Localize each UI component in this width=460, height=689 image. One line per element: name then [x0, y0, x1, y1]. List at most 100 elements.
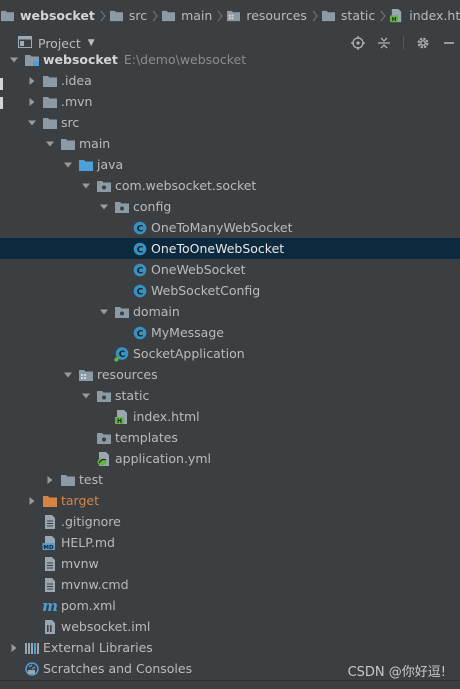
tree-node[interactable]: websocket E:\demo\websocket	[0, 49, 460, 70]
folder-icon	[161, 9, 180, 22]
tree-node[interactable]: C OneToManyWebSocket	[0, 217, 460, 238]
tree-node-label: Scratches and Consoles	[43, 661, 193, 676]
tree-node[interactable]: m pom.xml	[0, 595, 460, 616]
tree-node[interactable]: C WebSocketConfig	[0, 280, 460, 301]
html-file-icon: H	[114, 409, 130, 425]
java-class-icon: C	[132, 283, 148, 299]
tree-node-label: main	[79, 136, 111, 151]
tree-node[interactable]: domain	[0, 301, 460, 322]
tree-node[interactable]: templates	[0, 427, 460, 448]
breadcrumb-separator-icon	[217, 0, 224, 31]
expanded-arrow-icon[interactable]	[26, 112, 38, 133]
expanded-arrow-icon[interactable]	[62, 154, 74, 175]
expanded-arrow-icon[interactable]	[44, 133, 56, 154]
tree-node-label: WebSocketConfig	[151, 283, 261, 298]
tree-node[interactable]: C OneWebSocket	[0, 259, 460, 280]
tree-node[interactable]: websocket.iml	[0, 616, 460, 637]
breadcrumb: websocket src main resources static Hindex.ht…	[0, 0, 460, 32]
tree-arrow-spacer	[26, 511, 38, 532]
expanded-arrow-icon[interactable]	[80, 385, 92, 406]
tree-node[interactable]: C OneToOneWebSocket	[0, 238, 460, 259]
tree-arrow-spacer	[98, 343, 110, 364]
breadcrumb-item[interactable]: Hindex.html	[389, 0, 460, 31]
collapsed-arrow-icon[interactable]	[26, 70, 38, 91]
resources-folder-icon	[78, 367, 94, 383]
breadcrumb-separator-icon	[380, 0, 387, 31]
tree-arrow-spacer	[80, 448, 92, 469]
tree-node[interactable]: External Libraries	[0, 637, 460, 658]
tree-node[interactable]: MD HELP.md	[0, 532, 460, 553]
tree-node[interactable]: com.websocket.socket	[0, 175, 460, 196]
tree-arrow-spacer	[26, 616, 38, 637]
breadcrumb-item[interactable]: websocket	[0, 0, 96, 31]
tree-node[interactable]: src	[0, 112, 460, 133]
tree-node[interactable]: static	[0, 385, 460, 406]
tree-node[interactable]: .mvn	[0, 91, 460, 112]
tree-node[interactable]: java	[0, 154, 460, 175]
folder-icon	[60, 136, 76, 152]
tree-node[interactable]: C MyMessage	[0, 322, 460, 343]
tree-node-label: src	[61, 115, 80, 130]
breadcrumb-item[interactable]: resources	[226, 0, 308, 31]
tree-arrow-spacer	[116, 322, 128, 343]
svg-text:m: m	[42, 599, 58, 613]
package-folder-icon	[96, 178, 112, 194]
tree-node[interactable]: application.yml	[0, 448, 460, 469]
svg-text:MD: MD	[43, 544, 54, 550]
iml-file-icon	[42, 619, 58, 635]
tree-node[interactable]: .idea	[0, 70, 460, 91]
tree-node[interactable]: resources	[0, 364, 460, 385]
tree-arrow-spacer	[116, 259, 128, 280]
svg-text:H: H	[392, 17, 397, 23]
tree-node-path: E:\demo\websocket	[123, 52, 247, 67]
collapsed-arrow-icon[interactable]	[44, 469, 56, 490]
collapsed-arrow-icon[interactable]	[26, 490, 38, 511]
tree-node-label: pom.xml	[61, 598, 116, 613]
folder-icon	[42, 94, 58, 110]
folder-icon	[321, 9, 340, 22]
tree-node-label: OneWebSocket	[151, 262, 246, 277]
breadcrumb-label: static	[340, 8, 376, 23]
tree-node[interactable]: Hindex.html	[0, 406, 460, 427]
expanded-arrow-icon[interactable]	[62, 364, 74, 385]
tree-node[interactable]: C SocketApplication	[0, 343, 460, 364]
tree-node[interactable]: test	[0, 469, 460, 490]
breadcrumb-label: websocket	[20, 8, 95, 23]
breadcrumb-item[interactable]: main	[161, 0, 213, 31]
collapsed-arrow-icon[interactable]	[8, 637, 20, 658]
breadcrumb-item[interactable]: src	[109, 0, 148, 31]
svg-text:C: C	[119, 349, 126, 359]
tree-node-label: mvnw	[61, 556, 99, 571]
tree-node[interactable]: config	[0, 196, 460, 217]
tree-node-label: application.yml	[115, 451, 211, 466]
tree-node-label: SocketApplication	[133, 346, 245, 361]
expanded-arrow-icon[interactable]	[80, 175, 92, 196]
expanded-arrow-icon[interactable]	[98, 301, 110, 322]
svg-text:C: C	[137, 266, 144, 276]
tree-node-label: OneToManyWebSocket	[151, 220, 293, 235]
tree-node-label: java	[97, 157, 124, 172]
maven-file-icon: m	[42, 598, 58, 614]
collapsed-arrow-icon[interactable]	[26, 91, 38, 112]
breadcrumb-item[interactable]: static	[321, 0, 376, 31]
excluded-folder-icon	[42, 493, 58, 509]
tree-node-label: mvnw.cmd	[61, 577, 129, 592]
source-folder-icon	[78, 157, 94, 173]
tree-node-label: target	[61, 493, 100, 508]
toolbar-separator	[403, 36, 404, 50]
tree-node-label: com.websocket.socket	[115, 178, 257, 193]
expanded-arrow-icon[interactable]	[8, 49, 20, 70]
java-class-icon: C	[132, 220, 148, 236]
tree-node[interactable]: main	[0, 133, 460, 154]
tree-node[interactable]: mvnw.cmd	[0, 574, 460, 595]
tree-arrow-spacer	[26, 553, 38, 574]
yml-file-icon	[96, 451, 112, 467]
folder-icon	[42, 73, 58, 89]
tree-node[interactable]: mvnw	[0, 553, 460, 574]
scratches-icon	[24, 661, 40, 677]
folder-icon	[42, 115, 58, 131]
tree-node-label: .mvn	[61, 94, 93, 109]
tree-node[interactable]: target	[0, 490, 460, 511]
expanded-arrow-icon[interactable]	[98, 196, 110, 217]
tree-node[interactable]: .gitignore	[0, 511, 460, 532]
